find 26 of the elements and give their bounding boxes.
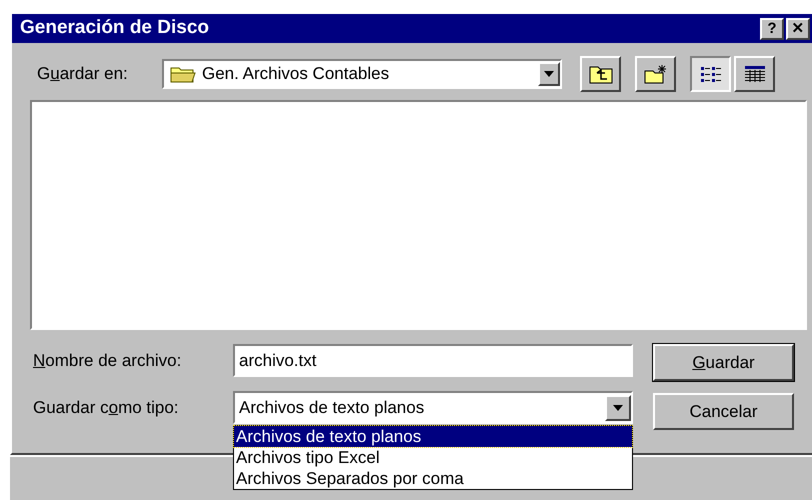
file-name-label: Nombre de archivo: xyxy=(33,350,182,372)
file-type-label: Guardar como tipo: xyxy=(33,396,180,419)
toolbar-button[interactable] xyxy=(690,56,731,92)
file-type-combo[interactable]: Archivos de texto planos xyxy=(233,391,633,424)
dropdown-button[interactable] xyxy=(538,62,560,86)
folder-icon xyxy=(170,65,196,83)
save-in-label: Guardar en: xyxy=(37,63,129,86)
dropdown-button[interactable] xyxy=(605,394,631,420)
help-button[interactable]: ? xyxy=(760,18,784,40)
cancel-button[interactable]: Cancelar xyxy=(653,393,794,430)
file-name-field[interactable]: archivo.txt xyxy=(233,344,633,377)
caret-icon xyxy=(613,404,623,410)
file-type-value: Archivos de texto planos xyxy=(239,396,426,419)
dropdown-option[interactable]: Archivos Separados por coma xyxy=(234,468,632,489)
save-in-value: Gen. Archivos Contables xyxy=(202,63,390,86)
details-view-icon xyxy=(744,65,766,83)
new-folder-icon xyxy=(644,64,668,84)
caret-icon xyxy=(544,71,554,77)
window-title: Generación de Disco xyxy=(20,16,210,40)
dropdown-option[interactable]: Archivos tipo Excel xyxy=(234,447,632,468)
folder-up-icon xyxy=(588,64,612,84)
dropdown-option[interactable]: Archivos de texto planos xyxy=(234,426,632,447)
close-button[interactable]: ✕ xyxy=(786,18,810,40)
save-in-combo[interactable]: Gen. Archivos Contables xyxy=(162,59,562,89)
list-view-icon xyxy=(700,65,722,83)
save-button[interactable]: Guardar xyxy=(653,344,794,381)
